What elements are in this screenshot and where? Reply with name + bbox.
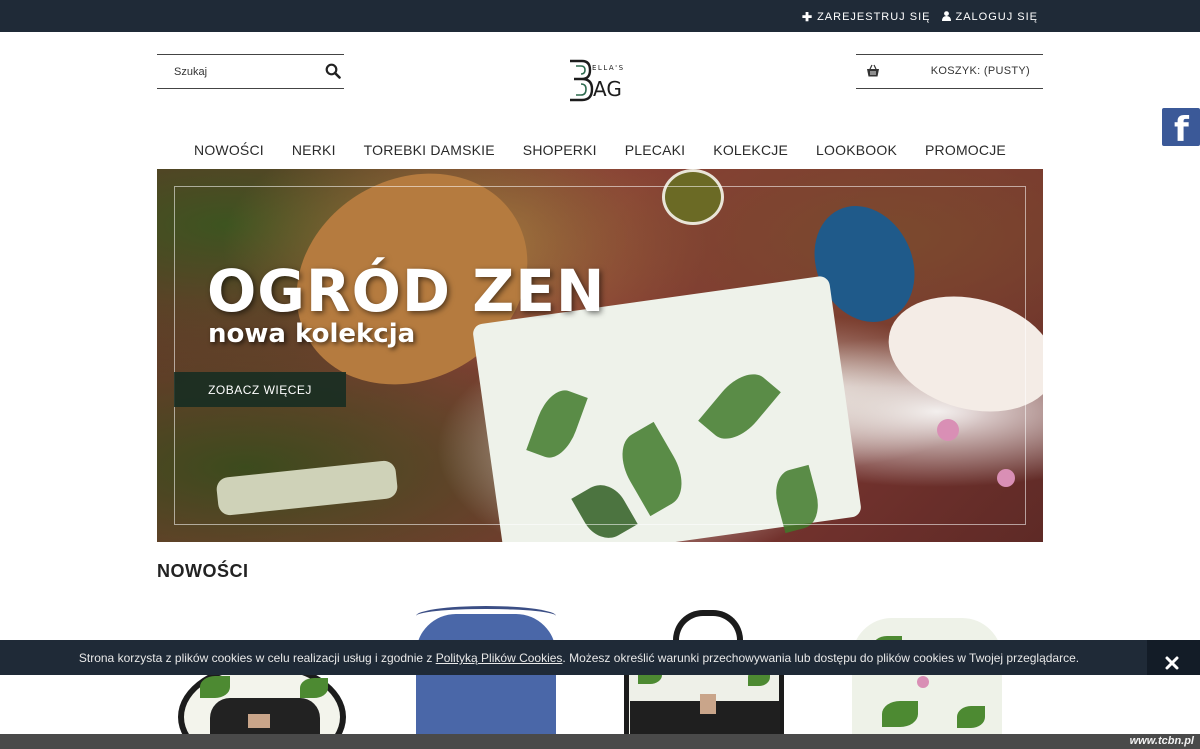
product-pattern-leaf — [882, 701, 918, 727]
cart-label: KOSZYK: (PUSTY) — [930, 65, 1030, 77]
nav-item-shoperki[interactable]: SHOPERKI — [523, 142, 597, 162]
see-more-button[interactable]: ZOBACZ WIĘCEJ — [174, 372, 346, 407]
top-bar: ✚ ZAREJESTRUJ SIĘ ZALOGUJ SIĘ — [0, 0, 1200, 32]
close-icon — [1165, 656, 1179, 670]
account-links: ✚ ZAREJESTRUJ SIĘ ZALOGUJ SIĘ — [802, 10, 1038, 24]
product-card[interactable] — [598, 606, 804, 749]
product-pattern-leaf — [200, 676, 230, 698]
cart-box[interactable]: KOSZYK: (PUSTY) — [856, 54, 1043, 89]
login-link[interactable]: ZALOGUJ SIĘ — [942, 10, 1038, 24]
bottom-bar: www.tcbn.pl — [0, 734, 1200, 749]
nav-item-lookbook[interactable]: LOOKBOOK — [816, 142, 897, 162]
nav-item-kolekcje[interactable]: KOLEKCJE — [713, 142, 788, 162]
cookie-text: Strona korzysta z plików cookies w celu … — [0, 651, 1158, 665]
plus-icon: ✚ — [802, 10, 814, 24]
register-link[interactable]: ✚ ZAREJESTRUJ SIĘ — [802, 10, 930, 24]
product-card[interactable] — [160, 606, 366, 749]
nav-item-plecaki[interactable]: PLECAKI — [625, 142, 686, 162]
facebook-icon: f — [1174, 110, 1189, 146]
site-logo[interactable]: ELLA'S AG — [566, 58, 636, 104]
watermark: www.tcbn.pl — [1129, 735, 1194, 747]
cookie-bar: Strona korzysta z plików cookies w celu … — [0, 640, 1200, 675]
svg-text:ELLA'S: ELLA'S — [592, 64, 625, 72]
hero-subtitle: nowa kolekcja — [208, 319, 416, 349]
cookie-text-before: Strona korzysta z plików cookies w celu … — [78, 651, 436, 665]
svg-text:AG: AG — [593, 77, 622, 101]
product-pattern-leaf — [957, 706, 985, 728]
nav-item-promocje[interactable]: PROMOCJE — [925, 142, 1006, 162]
nav-item-nowosci[interactable]: NOWOŚCI — [194, 142, 264, 162]
nav-item-torebki-damskie[interactable]: TOREBKI DAMSKIE — [364, 142, 495, 162]
cookie-text-after: . Możesz określić warunki przechowywania… — [562, 651, 1080, 665]
product-tag — [248, 714, 270, 728]
hero-banner[interactable]: OGRÓD ZEN nowa kolekcja ZOBACZ WIĘCEJ — [157, 169, 1043, 542]
register-label: ZAREJESTRUJ SIĘ — [817, 11, 931, 23]
search-input[interactable] — [157, 55, 317, 88]
hero-frame — [174, 186, 1026, 525]
basket-icon — [866, 64, 880, 78]
search-box — [157, 54, 344, 89]
cookie-policy-link[interactable]: Polityką Plików Cookies — [436, 651, 563, 665]
logo-mark: ELLA'S AG — [570, 59, 625, 102]
nav-item-nerki[interactable]: NERKI — [292, 142, 336, 162]
product-image — [416, 614, 556, 749]
hero-title: OGRÓD ZEN — [207, 257, 606, 325]
product-tag — [700, 694, 716, 714]
product-pattern-flower — [917, 676, 929, 688]
login-label: ZALOGUJ SIĘ — [955, 11, 1038, 23]
section-title: NOWOŚCI — [157, 561, 249, 581]
product-card[interactable] — [822, 606, 1028, 749]
search-icon[interactable] — [325, 63, 341, 79]
product-pattern-leaf — [300, 678, 328, 698]
cookie-close-button[interactable] — [1147, 640, 1200, 675]
user-icon — [942, 10, 952, 24]
facebook-button[interactable]: f — [1162, 108, 1200, 146]
product-card[interactable] — [380, 606, 586, 749]
main-nav: NOWOŚCI NERKI TOREBKI DAMSKIE SHOPERKI P… — [157, 142, 1043, 162]
